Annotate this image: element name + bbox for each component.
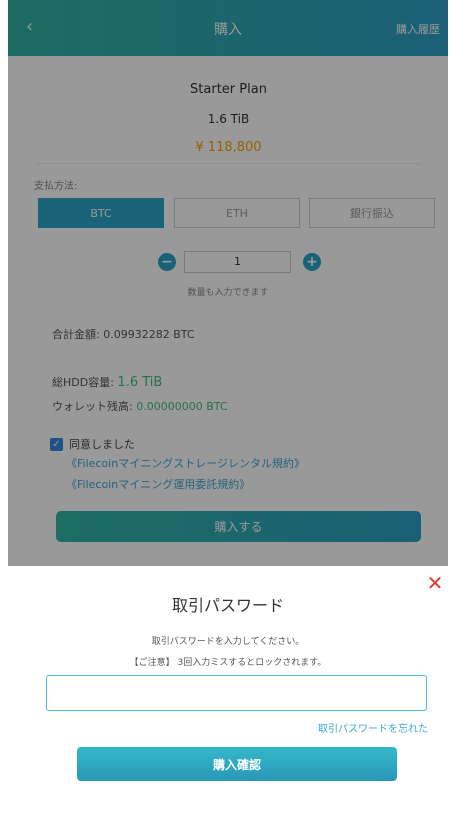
transaction-password-modal: ✕ 取引パスワード 取引パスワードを入力してください。 【ご注意】 3回入力ミス… xyxy=(8,566,448,825)
forgot-password-link[interactable]: 取引パスワードを忘れた xyxy=(318,720,428,735)
modal-backdrop[interactable] xyxy=(8,0,448,566)
modal-description: 取引パスワードを入力してください。 xyxy=(151,637,305,647)
modal-title: 取引パスワード xyxy=(171,596,284,615)
app-frame: ‹ 購入 購入履歴 Starter Plan 1.6 TiB ¥ 118,800… xyxy=(8,0,448,825)
confirm-purchase-button[interactable]: 購入確認 xyxy=(77,747,397,781)
modal-warning: 【ご注意】 3回入力ミスするとロックされます。 xyxy=(129,658,327,668)
close-icon[interactable]: ✕ xyxy=(426,573,444,593)
transaction-password-input[interactable] xyxy=(46,675,427,711)
